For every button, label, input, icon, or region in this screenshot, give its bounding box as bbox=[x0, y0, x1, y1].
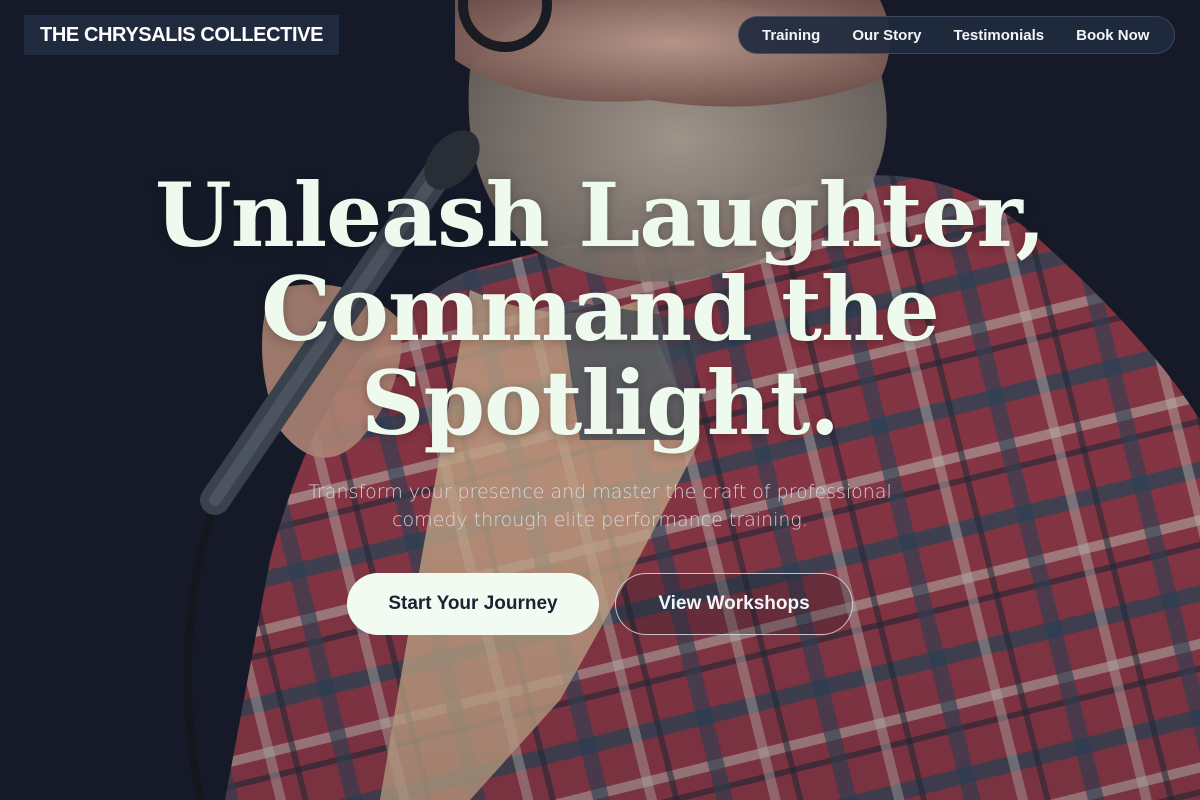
brand-logo[interactable]: THE CHRYSALIS COLLECTIVE bbox=[24, 15, 340, 55]
hero-headline: Unleash Laughter, Command the Spotlight. bbox=[100, 168, 1100, 450]
view-workshops-button[interactable]: View Workshops bbox=[615, 573, 853, 635]
nav-link-our-story[interactable]: Our Story bbox=[852, 27, 921, 44]
hero-subtitle: Transform your presence and master the c… bbox=[308, 481, 892, 531]
headline-line-3: Spotlight. bbox=[360, 351, 840, 455]
nav-link-testimonials[interactable]: Testimonials bbox=[954, 27, 1045, 44]
headline-line-2: Command the bbox=[261, 257, 940, 361]
nav-link-training[interactable]: Training bbox=[762, 27, 820, 44]
hero-section: THE CHRYSALIS COLLECTIVE Training Our St… bbox=[0, 0, 1200, 800]
nav-link-book-now[interactable]: Book Now bbox=[1076, 27, 1149, 44]
start-journey-button[interactable]: Start Your Journey bbox=[347, 573, 599, 635]
main-navigation: Training Our Story Testimonials Book Now bbox=[738, 16, 1175, 54]
headline-line-1: Unleash Laughter, bbox=[155, 163, 1046, 267]
